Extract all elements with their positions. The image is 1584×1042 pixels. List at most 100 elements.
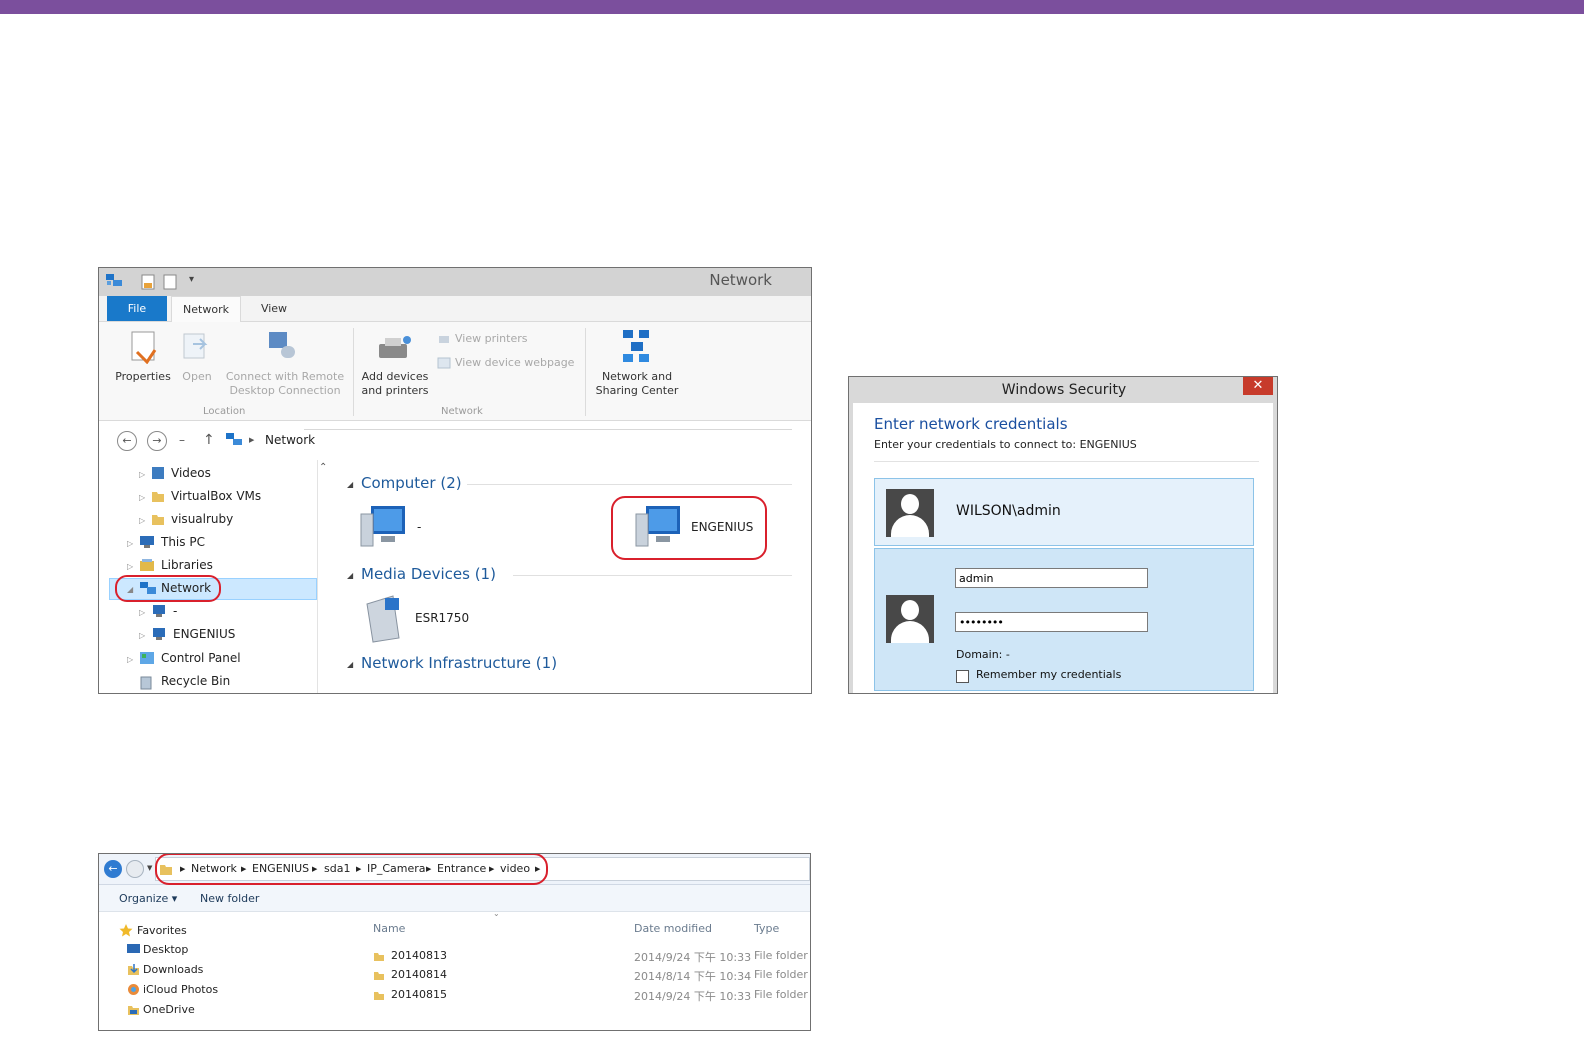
- properties-icon: [131, 331, 157, 364]
- folder-icon: [152, 515, 164, 525]
- remember-checkbox[interactable]: [956, 670, 969, 683]
- row-type: File folder: [754, 988, 808, 1001]
- up-arrow-icon[interactable]: ↑: [203, 432, 215, 448]
- network-sharing-icon: [623, 330, 649, 362]
- folder-icon: [152, 492, 164, 502]
- tree-control-panel[interactable]: Control Panel: [161, 651, 241, 665]
- column-name[interactable]: Name: [373, 922, 405, 935]
- remote-desktop-icon: [269, 332, 295, 358]
- nav-downloads[interactable]: Downloads: [143, 963, 203, 976]
- back-button[interactable]: ←: [117, 431, 137, 451]
- collapse-group-icon[interactable]: ◢: [347, 660, 353, 669]
- expand-icon[interactable]: ▷: [139, 608, 145, 617]
- engenius-highlight-ring: [611, 496, 767, 560]
- new-folder-button[interactable]: New folder: [200, 892, 259, 905]
- group-divider: [467, 484, 792, 485]
- row-date: 2014/8/14 下午 10:34: [634, 970, 752, 983]
- saved-username: WILSON\admin: [956, 503, 1061, 519]
- ribbon-separator: [353, 328, 354, 416]
- control-panel-icon: [140, 652, 154, 664]
- tab-view[interactable]: View: [249, 296, 299, 321]
- table-row[interactable]: 20140815 2014/9/24 下午 10:33 File folder: [369, 986, 809, 1004]
- remember-label[interactable]: Remember my credentials: [976, 668, 1121, 681]
- group-computer-header[interactable]: Computer (2): [361, 474, 462, 492]
- tab-file[interactable]: File: [107, 296, 167, 321]
- open-button[interactable]: Open: [177, 370, 217, 384]
- recent-dropdown[interactable]: –: [179, 433, 185, 447]
- group-media-header[interactable]: Media Devices (1): [361, 565, 496, 583]
- connect-remote-button[interactable]: Connect with Remote Desktop Connection: [219, 370, 351, 398]
- expand-icon[interactable]: ▷: [127, 562, 133, 571]
- add-devices-button[interactable]: Add devices and printers: [355, 370, 435, 398]
- close-button[interactable]: ✕: [1243, 377, 1273, 395]
- nav-scrollbar[interactable]: [317, 460, 318, 693]
- new-folder-qa-icon[interactable]: [163, 274, 177, 290]
- nav-desktop[interactable]: Desktop: [143, 943, 188, 956]
- nav-onedrive[interactable]: OneDrive: [143, 1003, 195, 1016]
- group-infra-header[interactable]: Network Infrastructure (1): [361, 654, 557, 672]
- new-credential-tile[interactable]: admin •••••••• Domain: - Remember my cre…: [874, 548, 1254, 691]
- expand-icon[interactable]: ▷: [139, 493, 145, 502]
- expand-icon[interactable]: ▷: [139, 470, 145, 479]
- row-date: 2014/9/24 下午 10:33: [634, 990, 752, 1003]
- nav-pane: ⌃ ▷ Videos ▷ VirtualBox VMs ▷ visualruby…: [99, 460, 335, 693]
- address-network-icon: [226, 433, 242, 445]
- domain-label: Domain: -: [956, 648, 1010, 661]
- tree-virtualbox[interactable]: VirtualBox VMs: [171, 489, 261, 503]
- scroll-up-icon[interactable]: ⌃: [319, 462, 327, 473]
- row-name: 20140815: [391, 988, 447, 1001]
- row-name: 20140813: [391, 949, 447, 962]
- computer-dash-label[interactable]: -: [417, 520, 421, 534]
- table-row[interactable]: 20140814 2014/8/14 下午 10:34 File folder: [369, 966, 809, 984]
- user-avatar-icon: [886, 489, 934, 537]
- windows-security-dialog: Windows Security ✕ Enter network credent…: [848, 376, 1278, 694]
- address-location[interactable]: Network: [265, 433, 315, 447]
- downloads-icon: [128, 964, 139, 975]
- dialog-subtitle: Enter your credentials to connect to: EN…: [874, 438, 1137, 451]
- collapse-group-icon[interactable]: ◢: [347, 571, 353, 580]
- folder-icon: [374, 992, 384, 1000]
- password-field[interactable]: ••••••••: [955, 612, 1148, 632]
- properties-button[interactable]: Properties: [113, 370, 173, 384]
- nav-icloud-photos[interactable]: iCloud Photos: [143, 983, 218, 996]
- esr1750-label[interactable]: ESR1750: [415, 611, 469, 625]
- expand-icon[interactable]: ▷: [139, 516, 145, 525]
- forward-button[interactable]: [126, 860, 144, 878]
- expand-icon[interactable]: ▷: [127, 655, 133, 664]
- customize-qa-icon[interactable]: ▾: [189, 274, 194, 285]
- back-button[interactable]: ←: [104, 860, 122, 878]
- column-date-modified[interactable]: Date modified: [634, 922, 712, 935]
- username-field[interactable]: admin: [955, 568, 1148, 588]
- libraries-icon: [140, 559, 154, 571]
- view-printers-button[interactable]: View printers: [455, 332, 527, 346]
- tree-visualruby[interactable]: visualruby: [171, 512, 233, 526]
- tree-videos[interactable]: Videos: [171, 466, 211, 480]
- network-sharing-button[interactable]: Network and Sharing Center: [587, 370, 687, 398]
- view-webpage-button[interactable]: View device webpage: [455, 356, 574, 370]
- table-row[interactable]: 20140813 2014/9/24 下午 10:33 File folder: [369, 947, 809, 965]
- collapse-group-icon[interactable]: ◢: [347, 480, 353, 489]
- tree-engenius[interactable]: ENGENIUS: [173, 627, 235, 641]
- properties-qa-icon[interactable]: [141, 274, 155, 290]
- saved-credential-tile[interactable]: WILSON\admin: [874, 478, 1254, 546]
- add-devices-icon: [379, 336, 411, 358]
- tree-recycle-bin[interactable]: Recycle Bin: [161, 674, 230, 688]
- column-type[interactable]: Type: [754, 922, 779, 935]
- organize-button[interactable]: Organize ▾: [119, 892, 177, 905]
- tree-computer-dash[interactable]: -: [173, 604, 177, 618]
- tab-network[interactable]: Network: [171, 296, 241, 322]
- computer-large-icon: [360, 506, 405, 547]
- toolbar: Organize ▾ New folder: [99, 885, 810, 912]
- expand-icon[interactable]: ▷: [127, 539, 133, 548]
- row-date: 2014/9/24 下午 10:33: [634, 951, 752, 964]
- dialog-divider: [874, 461, 1259, 462]
- history-dropdown-icon[interactable]: ▼: [147, 864, 152, 872]
- nav-favorites[interactable]: Favorites: [137, 924, 187, 937]
- dialog-heading: Enter network credentials: [874, 415, 1068, 433]
- group-divider: [513, 575, 792, 576]
- tree-libraries[interactable]: Libraries: [161, 558, 213, 572]
- expand-icon[interactable]: ▷: [139, 631, 145, 640]
- tree-this-pc[interactable]: This PC: [161, 535, 205, 549]
- forward-button[interactable]: →: [147, 431, 167, 451]
- row-name: 20140814: [391, 968, 447, 981]
